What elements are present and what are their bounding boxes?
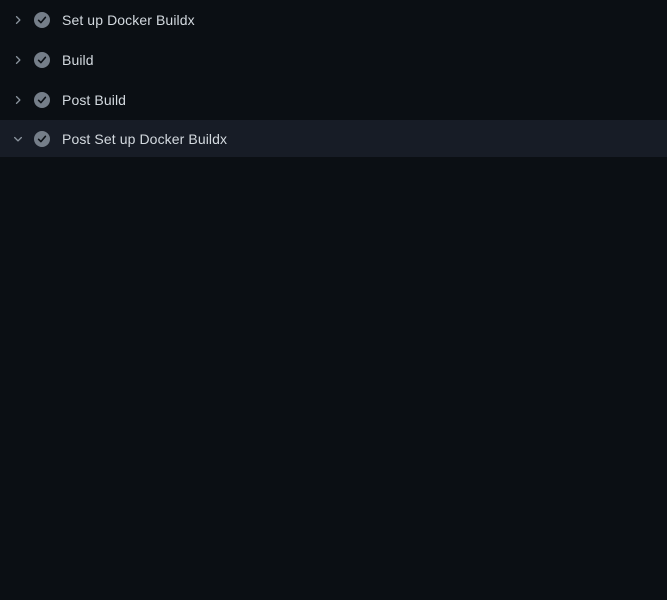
log-line: 15 time="2021-04-23T18:02:38Z" level=deb… (0, 469, 667, 489)
log-line: 2 ▼BuildKit container logs (0, 189, 667, 209)
log-line: 5 time="2021-04-23T18:02:37Z" level=warn… (0, 249, 667, 269)
chevron-right-icon[interactable] (12, 94, 24, 106)
log-lines-container: 1 Post job cleanup. 2 ▼BuildKit containe… (0, 157, 667, 600)
log-line: 14 time="2021-04-23T18:02:38Z" level=deb… (0, 449, 667, 469)
log-line: 17 time="2021-04-23T18:02:38Z" level=deb… (0, 509, 667, 529)
chevron-down-icon[interactable] (12, 133, 24, 145)
step-row-post-set-up-docker-buildx[interactable]: Post Set up Docker Buildx (0, 120, 667, 157)
log-line: 11 time="2021-04-23T18:02:38Z" level=deb… (0, 389, 667, 409)
job-steps-list: Set up Docker Buildx Build P (0, 0, 667, 157)
log-line: 7 time="2021-04-23T18:02:37Z" level=warn… (0, 309, 667, 329)
log-line: 20 time="2021-04-23T18:02:38Z" level=deb… (0, 589, 667, 600)
step-label: Post Build (62, 92, 126, 108)
step-label: Post Set up Docker Buildx (62, 131, 227, 147)
log-line: 8 time="2021-04-23T18:02:37Z" level=info… (0, 329, 667, 349)
log-line: linux/riscv64 linux/ppc64le linux/s390x … (0, 289, 667, 309)
log-line: 16 time="2021-04-23T18:02:38Z" level=deb… (0, 489, 667, 509)
chevron-right-icon[interactable] (12, 54, 24, 66)
log-line: 12 time="2021-04-23T18:02:38Z" level=deb… (0, 409, 667, 429)
check-circle-icon (34, 52, 50, 68)
log-line: 9 time="2021-04-23T18:02:37Z" level=warn… (0, 349, 667, 369)
log-line: 6 time="2021-04-23T18:02:37Z" level=info… (0, 269, 667, 289)
log-line: 1 Post job cleanup. (0, 169, 667, 189)
step-row-set-up-docker-buildx[interactable]: Set up Docker Buildx (0, 0, 667, 40)
actions-log-viewer: { "colors": { "background": "#0b0f14", "… (0, 0, 667, 600)
log-line: 10 time="2021-04-23T18:02:37Z" level=inf… (0, 369, 667, 389)
step-label: Set up Docker Buildx (62, 12, 195, 28)
log-line: 3 /usr/bin/docker logs buildx_buildkit_b… (0, 209, 667, 229)
check-circle-icon (34, 92, 50, 108)
log-line: 18 time="2021-04-23T18:02:38Z" level=deb… (0, 529, 667, 549)
step-row-post-build[interactable]: Post Build (0, 80, 667, 120)
log-line: 13 time="2021-04-23T18:02:38Z" level=deb… (0, 429, 667, 449)
step-label: Build (62, 52, 94, 68)
step-row-build[interactable]: Build (0, 40, 667, 80)
log-line: application/vnd.oci.image.index.v1+json,… (0, 569, 667, 589)
log-line: 19 time="2021-04-23T18:02:38Z" level=deb… (0, 549, 667, 569)
log-line: 4 time="2021-04-23T18:02:37Z" level=info… (0, 229, 667, 249)
chevron-right-icon[interactable] (12, 14, 24, 26)
check-circle-icon (34, 131, 50, 147)
check-circle-icon (34, 12, 50, 28)
